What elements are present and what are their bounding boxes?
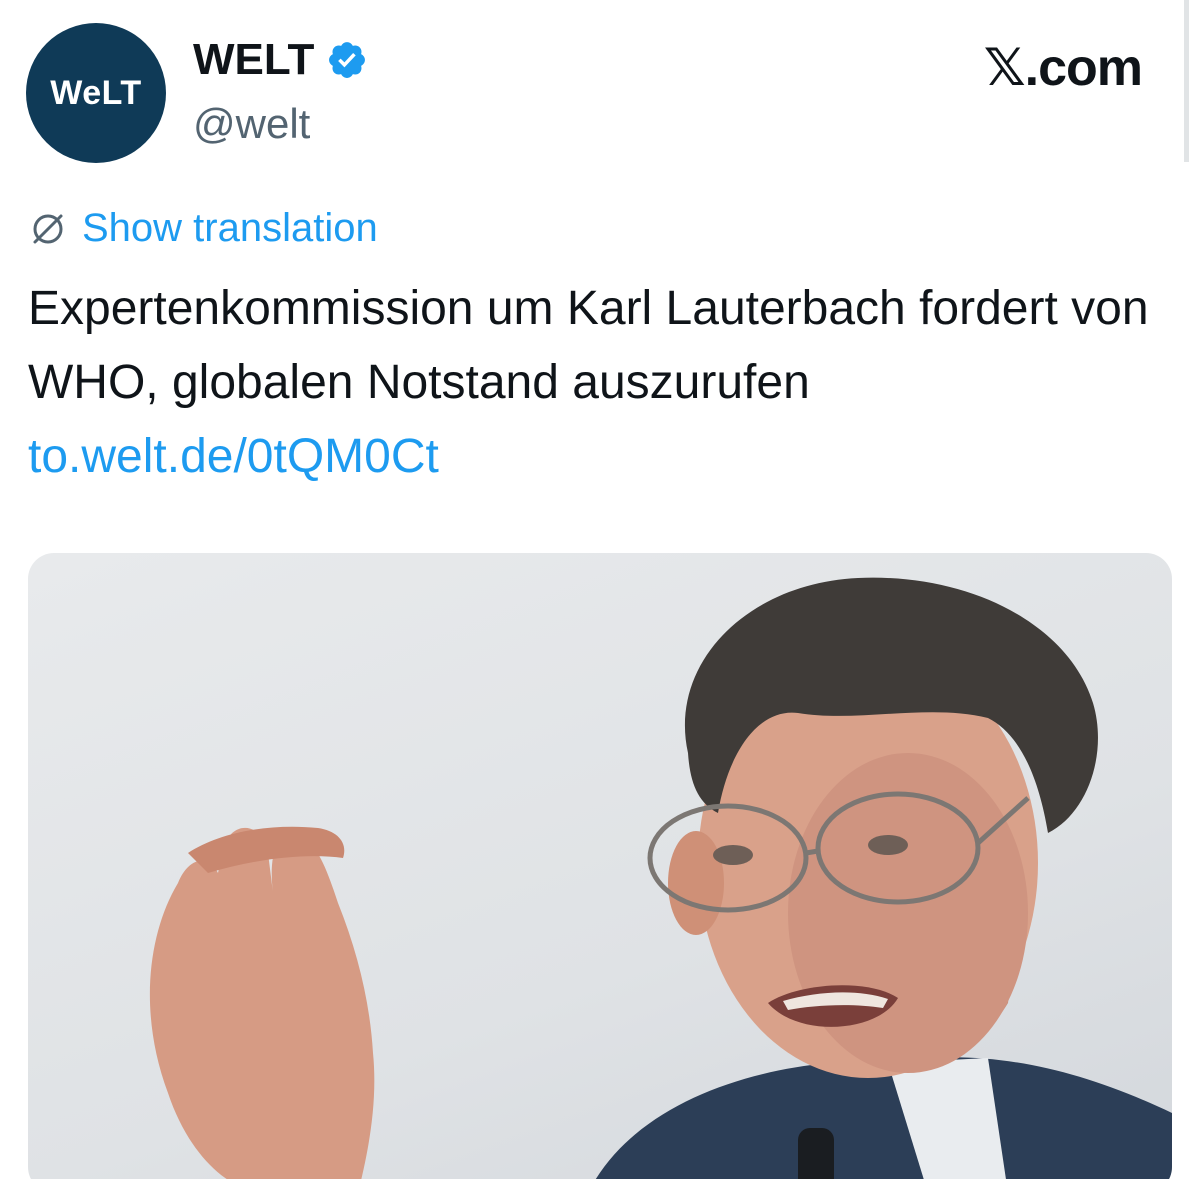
verified-badge-icon bbox=[326, 39, 368, 81]
show-translation-label: Show translation bbox=[82, 206, 378, 250]
avatar-logo-text: WeLT bbox=[50, 73, 142, 112]
avatar[interactable]: WeLT bbox=[26, 23, 166, 163]
scrollbar[interactable] bbox=[1184, 0, 1189, 162]
tweet-text: Expertenkommission um Karl Lauterbach fo… bbox=[28, 272, 1168, 494]
show-translation-button[interactable]: Show translation bbox=[28, 206, 378, 251]
tweet-link[interactable]: to.welt.de/0tQM0Ct bbox=[28, 430, 439, 483]
author-handle[interactable]: @welt bbox=[193, 100, 310, 148]
tweet-card: WeLT WELT @welt 𝕏.com Show translation E… bbox=[0, 0, 1200, 1179]
photo-illustration bbox=[149, 577, 1172, 1179]
author-name-row[interactable]: WELT bbox=[193, 38, 368, 82]
globe-icon bbox=[28, 209, 68, 249]
tweet-media-photo[interactable] bbox=[28, 553, 1172, 1179]
author-display-name: WELT bbox=[193, 35, 315, 84]
tweet-body: Expertenkommission um Karl Lauterbach fo… bbox=[28, 282, 1149, 409]
x-com-logo: 𝕏.com bbox=[983, 39, 1143, 97]
